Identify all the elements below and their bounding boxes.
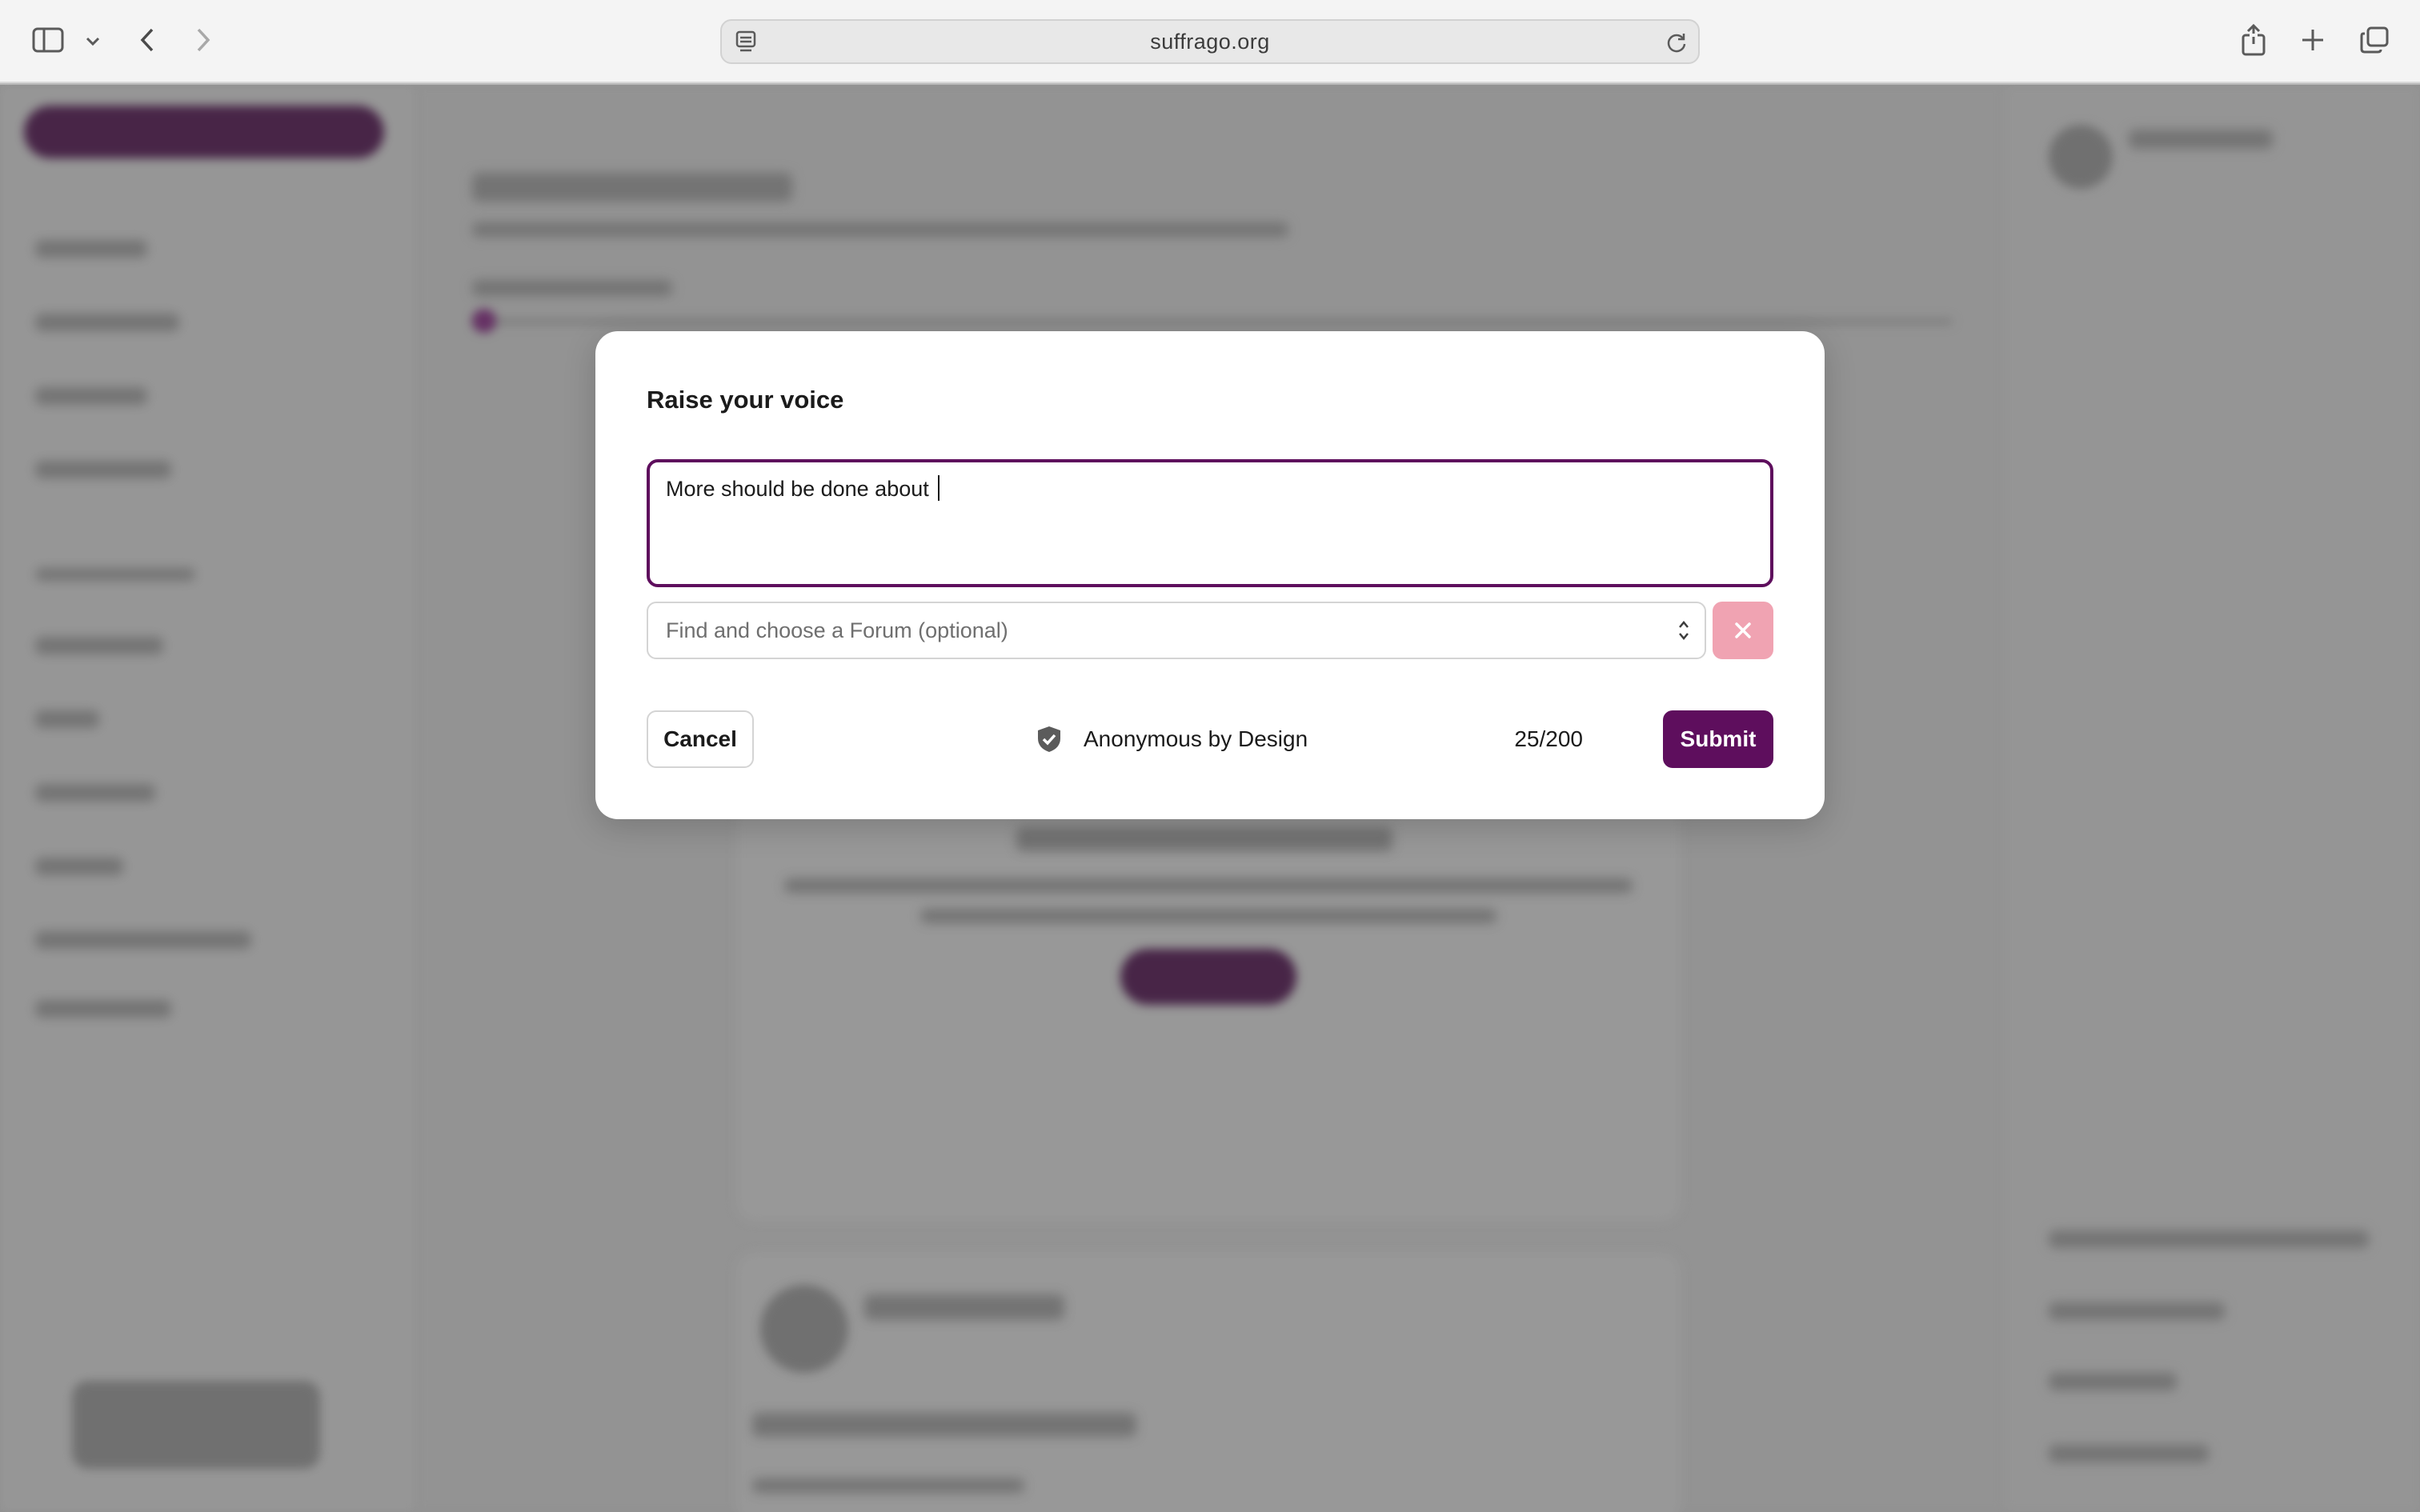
- chevron-down-icon[interactable]: [82, 30, 104, 53]
- text-caret: [938, 475, 940, 501]
- anonymous-badge: Anonymous by Design: [1036, 710, 1308, 768]
- shield-check-icon: [1038, 726, 1060, 752]
- voice-textarea[interactable]: More should be done about: [647, 459, 1773, 587]
- anonymous-label: Anonymous by Design: [1084, 726, 1308, 751]
- back-icon[interactable]: [134, 24, 160, 56]
- url-text: suffrago.org: [1150, 30, 1270, 54]
- clear-forum-button[interactable]: [1713, 602, 1773, 659]
- forum-select-placeholder: Find and choose a Forum (optional): [666, 618, 1008, 642]
- textarea-value: More should be done about: [666, 475, 940, 502]
- sidebar-icon[interactable]: [30, 24, 66, 56]
- character-counter: 25/200: [1514, 726, 1583, 751]
- close-icon: [1735, 622, 1751, 638]
- raise-voice-dialog: Raise your voice More should be done abo…: [595, 331, 1825, 819]
- address-bar[interactable]: suffrago.org: [720, 19, 1700, 64]
- forum-select[interactable]: Find and choose a Forum (optional): [647, 602, 1706, 659]
- select-arrows-icon: [1676, 618, 1692, 643]
- submit-button[interactable]: Submit: [1663, 710, 1773, 768]
- reload-icon[interactable]: [1665, 30, 1689, 54]
- tabs-overview-icon[interactable]: [2358, 24, 2391, 56]
- forward-icon[interactable]: [190, 24, 216, 56]
- dialog-title: Raise your voice: [647, 386, 844, 414]
- plus-icon[interactable]: [2297, 24, 2329, 56]
- cancel-button[interactable]: Cancel: [647, 710, 754, 768]
- browser-toolbar: suffrago.org: [0, 0, 2420, 83]
- share-icon[interactable]: [2238, 22, 2270, 58]
